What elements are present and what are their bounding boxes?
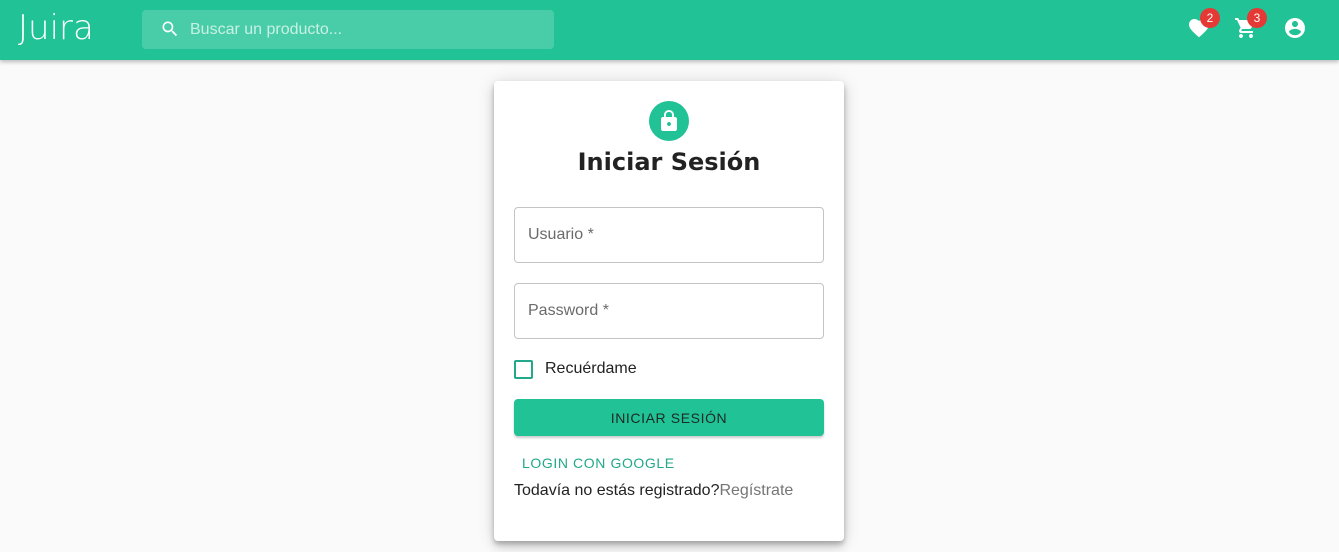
cart-badge: 3	[1247, 8, 1267, 28]
password-field[interactable]: Password *	[514, 283, 824, 339]
login-card: Iniciar Sesión Usuario * Password * Recu…	[494, 81, 844, 541]
search-bar[interactable]: Buscar un producto...	[142, 10, 554, 49]
remember-label[interactable]: Recuérdame	[545, 360, 637, 378]
register-prompt-text: Todavía no estás registrado?	[514, 482, 720, 499]
password-input[interactable]	[515, 284, 823, 338]
favorites-badge: 2	[1200, 8, 1220, 28]
lock-icon	[661, 110, 677, 131]
register-prompt: Todavía no estás registrado?Regístrate	[514, 482, 793, 500]
app-bar: Juira Buscar un producto... 2 3	[0, 0, 1339, 60]
register-link[interactable]: Regístrate	[719, 482, 793, 499]
search-input[interactable]: Buscar un producto...	[190, 21, 342, 39]
account-circle-icon	[1285, 18, 1305, 38]
page-title: Iniciar Sesión	[577, 148, 761, 176]
cart-button[interactable]: 3	[1234, 8, 1267, 40]
account-button[interactable]	[1283, 16, 1307, 40]
search-icon	[162, 21, 178, 37]
favorites-button[interactable]: 2	[1187, 8, 1220, 40]
username-input[interactable]	[515, 208, 823, 262]
username-field[interactable]: Usuario *	[514, 207, 824, 263]
logo[interactable]: Juira	[18, 6, 118, 50]
google-login-button[interactable]: LOGIN CON GOOGLE	[514, 451, 683, 475]
lock-avatar	[649, 101, 689, 141]
login-button[interactable]: INICIAR SESIÓN	[514, 399, 824, 436]
remember-checkbox[interactable]	[514, 360, 533, 379]
